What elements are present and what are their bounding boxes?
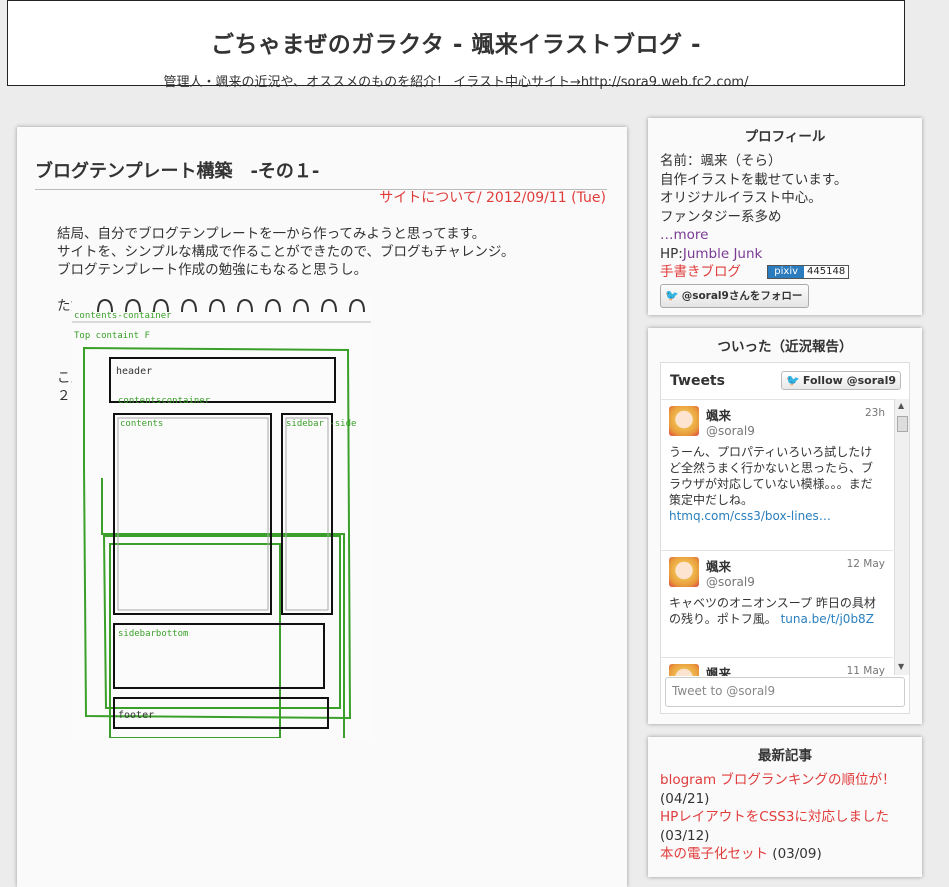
- recent-post-link[interactable]: blogram ブログランキングの順位が！: [660, 772, 896, 788]
- sketch-label-footer: footer: [118, 710, 154, 721]
- tweet-list[interactable]: 颯来 @soral9 23h うーん、プロパティいろいろ試したけど全然うまく行か…: [661, 399, 909, 676]
- tweet-text: うーん、プロパティいろいろ試したけど全然うまく行かないと思ったら、ブラウザが対応…: [669, 444, 879, 524]
- profile-links-row: 手書きブログ pixiv 445148: [660, 263, 850, 282]
- tweet-input[interactable]: Tweet to @soral9: [665, 677, 905, 707]
- recent-post-date: (03/12): [660, 827, 710, 844]
- recent-post-item: HPレイアウトをCSS3に対応しました: [660, 808, 896, 827]
- tweet-author-name[interactable]: 颯来: [706, 556, 731, 575]
- tweets-scrollbar[interactable]: ▲ ▼: [894, 399, 909, 675]
- recent-post-item: 本の電子化セット (03/09): [660, 845, 896, 864]
- twitter-timeline: Tweets 🐦 Follow @soral9 颯来 @soral9 23h うー…: [660, 362, 910, 714]
- profile-line: ファンタジー系多め: [660, 208, 782, 225]
- profile-more-link[interactable]: …more: [660, 226, 849, 245]
- profile-name: 名前：颯来（そら）: [660, 153, 782, 169]
- profile-line: 自作イラストを載せています。: [660, 171, 848, 188]
- tweets-follow-button[interactable]: 🐦 Follow @soral9: [781, 371, 901, 390]
- tweet-time[interactable]: 11 May: [847, 665, 885, 676]
- sketch-label-sidebar-side: sidebar -side: [286, 419, 356, 429]
- post-category-link[interactable]: サイトについて: [379, 190, 477, 206]
- avatar[interactable]: [669, 664, 699, 676]
- profile-line: オリジナルイラスト中心。: [660, 190, 822, 206]
- sketch-drawing: contents-container Top containt F conten…: [72, 298, 371, 818]
- recent-post-link[interactable]: HPレイアウトをCSS3に対応しました: [660, 809, 889, 825]
- tweet-text: キャベツのオニオンスープ 昨日の具材の残り。ポトフ風。 tuna.be/t/j0…: [669, 595, 879, 627]
- tweets-widget: ついった（近況報告） Tweets 🐦 Follow @soral9 颯来 @so…: [648, 328, 922, 724]
- scroll-up-icon[interactable]: ▲: [898, 401, 904, 410]
- layout-sketch-image[interactable]: contents-container Top containt F conten…: [72, 298, 371, 818]
- scroll-thumb[interactable]: [897, 416, 908, 432]
- sketch-label-contents: contents: [120, 419, 163, 429]
- tweet-item[interactable]: 颯来 11 May: [661, 658, 893, 676]
- sketch-label-contents-container: contentscontainer: [118, 396, 211, 406]
- sketch-label-top: contents-container: [74, 311, 172, 321]
- tweet-body: うーん、プロパティいろいろ試したけど全然うまく行かないと思ったら、ブラウザが対応…: [669, 445, 874, 507]
- tweet-link[interactable]: tuna.be/t/j0b8Z: [781, 612, 874, 626]
- post-title[interactable]: ブログテンプレート構築 -その１-: [35, 157, 607, 190]
- tweets-widget-title: ついった（近況報告）: [717, 339, 853, 355]
- profile-hp: HP:Jumble Junk: [660, 245, 849, 264]
- tweet-author-name[interactable]: 颯来: [706, 663, 731, 676]
- site-header: ごちゃまぜのガラクタ - 颯来イラストブログ - 管理人・颯来の近況や、オススメ…: [7, 0, 905, 90]
- recent-post-date: (03/09): [772, 846, 822, 862]
- pixiv-label: pixiv: [768, 266, 805, 278]
- post-line: ブログテンプレート作成の勉強にもなると思うし。: [57, 262, 368, 278]
- twitter-bird-icon: 🐦: [786, 374, 800, 387]
- tweet-author-handle[interactable]: @soral9: [706, 424, 755, 438]
- avatar[interactable]: [669, 406, 699, 436]
- scroll-down-icon[interactable]: ▼: [898, 662, 904, 671]
- tweet-item[interactable]: 颯来 @soral9 12 May キャベツのオニオンスープ 昨日の具材の残り。…: [661, 551, 893, 658]
- site-title[interactable]: ごちゃまぜのガラクタ - 颯来イラストブログ -: [8, 25, 904, 59]
- post-line: サイトを、シンプルな構成で作ることができたので、ブログもチャレンジ。: [57, 244, 515, 260]
- profile-widget: プロフィール 名前：颯来（そら） 自作イラストを載せています。 オリジナルイラス…: [648, 118, 922, 315]
- sketch-label-header: header: [116, 366, 152, 377]
- recent-post-date: (04/21): [660, 790, 710, 807]
- tweet-author-name[interactable]: 颯来: [706, 405, 731, 424]
- twitter-bird-icon: 🐦: [665, 288, 679, 302]
- tweet-time[interactable]: 23h: [865, 407, 885, 419]
- sketch-label-sidebar-bottom: sidebarbottom: [118, 629, 188, 639]
- profile-title: プロフィール: [744, 129, 826, 145]
- twitter-follow-button[interactable]: 🐦 @soral9さんをフォロー: [660, 283, 810, 308]
- recent-post-item: blogram ブログランキングの順位が！: [660, 771, 896, 790]
- pixiv-count: 445148: [804, 266, 849, 278]
- recent-posts-title: 最新記事: [758, 748, 812, 764]
- pixiv-badge[interactable]: pixiv 445148: [767, 265, 850, 279]
- profile-text: 名前：颯来（そら） 自作イラストを載せています。 オリジナルイラスト中心。 ファ…: [660, 152, 850, 308]
- hp-link[interactable]: Jumble Junk: [683, 246, 763, 262]
- recent-posts-list: blogram ブログランキングの順位が！ (04/21) HPレイアウトをCS…: [660, 771, 896, 864]
- tweets-follow-label: Follow @soral9: [802, 374, 896, 387]
- site-description: 管理人・颯来の近況や、オススメのものを紹介！ イラスト中心サイト→http://…: [163, 75, 749, 90]
- recent-post-link[interactable]: 本の電子化セット: [660, 846, 768, 862]
- avatar[interactable]: [669, 557, 699, 587]
- tweet-link[interactable]: htmq.com/css3/box-lines…: [669, 508, 879, 524]
- sketch-label-top2: Top containt F: [74, 331, 150, 341]
- tweet-author-handle[interactable]: @soral9: [706, 575, 755, 589]
- tweet-item[interactable]: 颯来 @soral9 23h うーん、プロパティいろいろ試したけど全然うまく行か…: [661, 400, 893, 551]
- tweet-time[interactable]: 12 May: [847, 558, 885, 570]
- recent-posts-widget: 最新記事 blogram ブログランキングの順位が！ (04/21) HPレイア…: [648, 737, 922, 877]
- post-meta: サイトについて/ 2012/09/11 (Tue): [379, 187, 606, 207]
- post-date: / 2012/09/11 (Tue): [476, 190, 606, 206]
- twitter-follow-label: @soral9さんをフォロー: [681, 289, 803, 302]
- handwriting-blog-link[interactable]: 手書きブログ: [660, 264, 741, 280]
- post-line: 結局、自分でブログテンプレートを一から作ってみようと思ってます。: [57, 226, 486, 242]
- tweets-header: Tweets: [670, 373, 725, 389]
- hp-prefix: HP:: [660, 245, 683, 262]
